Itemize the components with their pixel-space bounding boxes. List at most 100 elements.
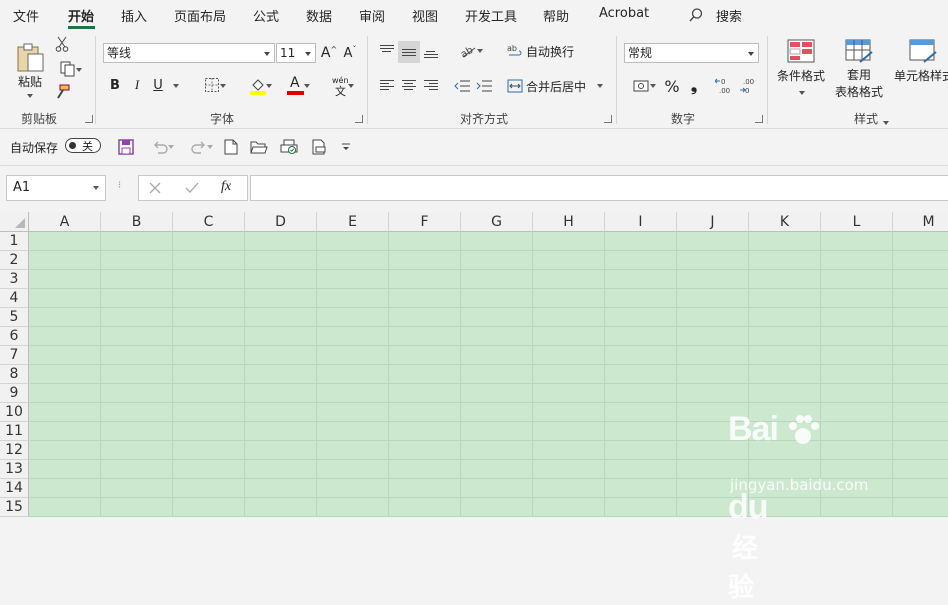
column-header[interactable]: B [101, 212, 173, 232]
column-header[interactable]: K [749, 212, 821, 232]
borders-button[interactable] [195, 75, 229, 95]
row-header[interactable]: 9 [0, 384, 29, 403]
font-name-select[interactable]: 等线 [103, 43, 275, 63]
row-header[interactable]: 1 [0, 232, 29, 251]
column-header[interactable]: F [389, 212, 461, 232]
dialog-launcher-icon[interactable] [355, 115, 363, 123]
quick-print-button[interactable] [309, 138, 329, 156]
shrink-font-button[interactable]: Aˇ [341, 43, 359, 63]
row-header[interactable]: 12 [0, 441, 29, 460]
tab-file[interactable]: 文件 [13, 6, 39, 25]
wrap-text-button[interactable]: ab 自动换行 [507, 41, 579, 61]
column-header[interactable]: D [245, 212, 317, 232]
new-file-button[interactable] [222, 138, 240, 156]
column-header[interactable]: L [821, 212, 893, 232]
row-header[interactable]: 7 [0, 346, 29, 365]
accounting-format-button[interactable] [626, 75, 658, 97]
worksheet-grid[interactable]: A B C D E F G H I J K L M 1 2 3 4 5 6 7 8 9 10 11 12 13 14 15 [0, 212, 948, 517]
chevron-down-icon [207, 145, 213, 149]
formula-bar-splitter[interactable]: ⁝ [118, 180, 121, 191]
align-middle-button[interactable] [398, 41, 420, 63]
save-button[interactable] [117, 138, 135, 156]
chevron-down-icon[interactable] [173, 84, 179, 88]
phonetic-guide-button[interactable]: wén 文 [323, 75, 357, 98]
tab-formulas[interactable]: 公式 [253, 6, 279, 25]
paste-button[interactable]: 粘贴 [14, 36, 46, 98]
format-as-table-button[interactable]: 套用 表格格式 [830, 38, 888, 100]
column-header[interactable]: E [317, 212, 389, 232]
orientation-button[interactable]: ab [452, 41, 484, 61]
row-header[interactable]: 6 [0, 327, 29, 346]
chevron-down-icon[interactable] [883, 121, 889, 125]
italic-button[interactable]: I [129, 75, 145, 95]
column-header[interactable]: I [605, 212, 677, 232]
tab-review[interactable]: 审阅 [359, 6, 385, 25]
dialog-launcher-icon[interactable] [604, 115, 612, 123]
customize-qat-button[interactable] [339, 138, 353, 156]
name-box[interactable]: A1 [6, 175, 106, 201]
tab-home[interactable]: 开始 [68, 6, 94, 25]
merge-center-button[interactable]: 合并后居中 [507, 75, 607, 97]
font-color-button[interactable]: A [279, 75, 313, 97]
dialog-launcher-icon[interactable] [755, 115, 763, 123]
tab-help[interactable]: 帮助 [543, 6, 569, 25]
comma-style-button[interactable]: ❟ [687, 75, 701, 97]
align-top-icon[interactable] [380, 43, 394, 54]
column-header[interactable]: J [677, 212, 749, 232]
percent-button[interactable]: % [663, 75, 681, 97]
underline-button[interactable]: U [150, 75, 166, 95]
row-header[interactable]: 3 [0, 270, 29, 289]
row-header[interactable]: 2 [0, 251, 29, 270]
cell-styles-button[interactable]: 单元格样式 [894, 38, 948, 100]
row-header[interactable]: 13 [0, 460, 29, 479]
select-all-button[interactable] [0, 212, 29, 232]
tab-developer[interactable]: 开发工具 [465, 6, 517, 25]
conditional-formatting-button[interactable]: 条件格式 [775, 38, 827, 100]
align-right-icon[interactable] [424, 78, 438, 92]
align-center-icon[interactable] [402, 78, 416, 92]
column-header[interactable]: A [29, 212, 101, 232]
tab-view[interactable]: 视图 [412, 6, 438, 25]
number-format-select[interactable]: 常规 [624, 43, 759, 63]
undo-button[interactable] [145, 138, 175, 156]
decrease-decimal-button[interactable]: .00 0 [739, 75, 759, 97]
open-file-button[interactable] [250, 138, 268, 156]
row-header[interactable]: 10 [0, 403, 29, 422]
row-header[interactable]: 5 [0, 308, 29, 327]
align-bottom-icon[interactable] [424, 49, 438, 60]
format-painter-button[interactable] [53, 83, 71, 101]
align-left-icon[interactable] [380, 78, 394, 92]
print-preview-button[interactable] [279, 138, 299, 156]
tab-page-layout[interactable]: 页面布局 [174, 6, 226, 25]
cut-button[interactable] [54, 36, 70, 52]
row-header[interactable]: 8 [0, 365, 29, 384]
tab-acrobat[interactable]: Acrobat [599, 6, 649, 21]
fill-color-button[interactable] [241, 75, 275, 97]
increase-decimal-button[interactable]: 0.00 [715, 75, 735, 97]
column-header[interactable]: C [173, 212, 245, 232]
search-box[interactable]: 搜索 [688, 6, 742, 25]
row-header[interactable]: 4 [0, 289, 29, 308]
cancel-icon[interactable] [149, 182, 161, 194]
grow-font-button[interactable]: A ^ [320, 43, 338, 63]
increase-indent-icon [476, 80, 492, 92]
dialog-launcher-icon[interactable] [85, 115, 93, 123]
increase-indent-button[interactable] [475, 76, 493, 96]
bold-button[interactable]: B [107, 75, 123, 95]
formula-input[interactable] [250, 175, 948, 201]
copy-button[interactable] [52, 60, 84, 78]
column-header[interactable]: M [893, 212, 948, 232]
insert-function-button[interactable]: fx [221, 179, 231, 195]
column-header[interactable]: G [461, 212, 533, 232]
redo-button[interactable] [184, 138, 214, 156]
autosave-toggle[interactable]: 关 [65, 138, 101, 153]
decrease-indent-button[interactable] [453, 76, 471, 96]
row-header[interactable]: 14 [0, 479, 29, 498]
row-header[interactable]: 15 [0, 498, 29, 517]
enter-check-icon[interactable] [185, 182, 199, 194]
column-header[interactable]: H [533, 212, 605, 232]
font-size-select[interactable]: 11 [276, 43, 316, 63]
tab-insert[interactable]: 插入 [121, 6, 147, 25]
row-header[interactable]: 11 [0, 422, 29, 441]
tab-data[interactable]: 数据 [306, 6, 332, 25]
